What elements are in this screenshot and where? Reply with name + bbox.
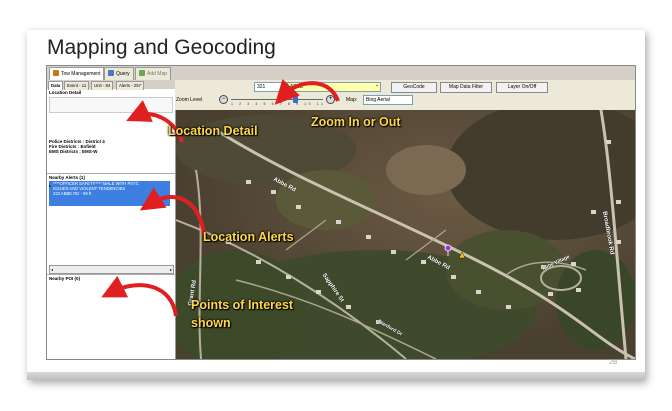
- query-icon: [108, 70, 114, 76]
- ems-district: EMS Districts : EMS-W: [49, 149, 98, 154]
- zoom-slider-track[interactable]: [231, 99, 323, 100]
- scroll-left-icon[interactable]: ◂: [51, 266, 53, 273]
- slide-bottom-band: [27, 372, 645, 380]
- nearby-alerts-header: Nearby Alerts (1): [49, 175, 85, 180]
- tab-add-map[interactable]: Add Map: [135, 67, 172, 80]
- address-number-input[interactable]: 321: [254, 82, 288, 92]
- tab-unit[interactable]: Unit - 84: [91, 81, 114, 90]
- horizontal-scrollbar[interactable]: ◂ ▸: [49, 265, 174, 274]
- callout-poi-line1: Points of Interest: [191, 298, 294, 312]
- map-type-select[interactable]: Bing Aerial: [363, 95, 413, 105]
- zoom-in-button[interactable]: +: [326, 95, 335, 104]
- chevron-down-icon[interactable]: ⌄: [375, 82, 379, 88]
- callout-zoom: Zoom In or Out: [311, 115, 401, 129]
- cad-application-window: Tow Management Query Add Map Data Event …: [46, 65, 636, 360]
- app-tab-strip: Tow Management Query Add Map: [47, 66, 635, 81]
- alert-line: 323 ABBE RD - 99 ft: [53, 191, 92, 196]
- tab-alerts[interactable]: Alerts - 257: [116, 81, 144, 90]
- map-type-label: Map:: [346, 97, 358, 103]
- tab-tow-management[interactable]: Tow Management: [49, 67, 105, 80]
- scroll-right-icon[interactable]: ▸: [170, 266, 172, 273]
- map-icon: [139, 70, 145, 76]
- tab-label: Query: [116, 71, 130, 77]
- geocode-button[interactable]: GeoCode: [391, 82, 437, 93]
- slide-number: 28: [609, 359, 617, 366]
- panel-divider: [47, 274, 175, 275]
- left-panel-tabs: Data Event - 11 Unit - 84 Alerts - 257: [47, 80, 175, 90]
- expand-arrow-icon[interactable]: ▸: [49, 183, 51, 188]
- callout-location-alerts: Location Alerts: [203, 230, 294, 244]
- alert-list-item[interactable]: ▸ ****OFFICER SAFETY**** MALE WITH PSYC …: [49, 181, 170, 206]
- slide-title: Mapping and Geocoding: [47, 36, 276, 59]
- callout-location-detail: Location Detail: [168, 124, 258, 138]
- nearby-poi-header: Nearby POI (0): [49, 276, 81, 281]
- panel-divider: [47, 173, 175, 174]
- slide: Mapping and Geocoding Tow Management Que…: [27, 30, 645, 380]
- location-detail-header: Location Detail: [49, 90, 82, 95]
- address-street-input[interactable]: ABBE: [287, 82, 381, 92]
- location-detail-box: [49, 97, 173, 113]
- zoom-level-label: Zoom Level: [176, 97, 203, 103]
- layer-onoff-button[interactable]: Layer On/Off: [496, 82, 548, 93]
- tab-query[interactable]: Query: [104, 67, 134, 80]
- tab-data[interactable]: Data: [48, 81, 64, 90]
- left-panel: Data Event - 11 Unit - 84 Alerts - 257 L…: [47, 80, 176, 359]
- tow-truck-icon: [53, 70, 59, 76]
- map-data-filter-button[interactable]: Map Data Filter: [440, 82, 492, 93]
- callout-poi-line2: shown: [191, 316, 231, 330]
- zoom-out-button[interactable]: −: [219, 95, 228, 104]
- tab-label: Tow Management: [61, 71, 101, 77]
- zoom-ticks: 1 2 3 4 5 6 7 8 9 10 11: [231, 102, 326, 106]
- tab-event[interactable]: Event - 11: [64, 81, 90, 90]
- tab-label: Add Map: [147, 71, 168, 77]
- map-toolbar: 321 ABBE ⌄ GeoCode Map Data Filter Layer…: [175, 80, 635, 110]
